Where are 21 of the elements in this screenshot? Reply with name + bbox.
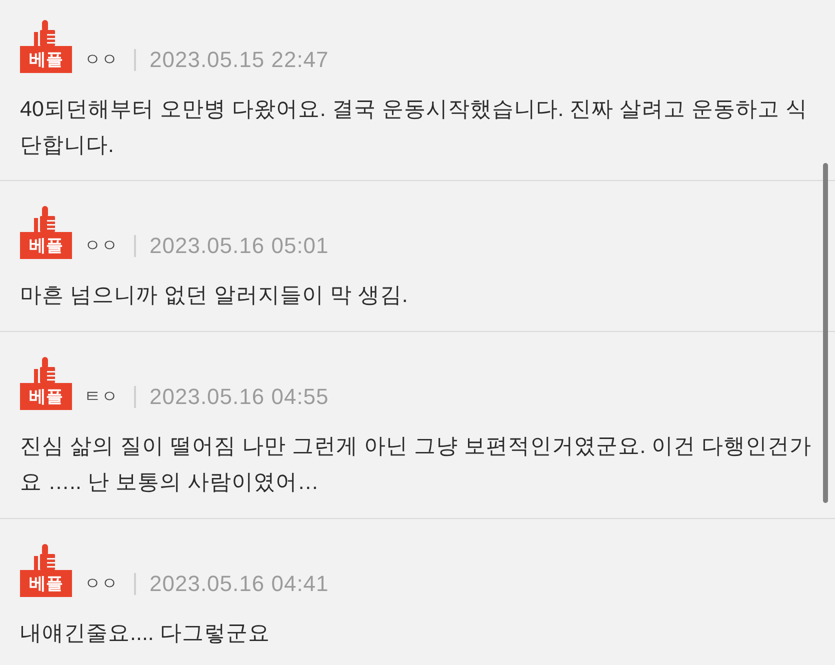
thumbs-up-icon (33, 356, 57, 383)
comment-date: 2023.05.16 04:41 (150, 570, 329, 596)
thumbs-up-icon (33, 205, 57, 232)
author-name: ㅇㅇ (84, 573, 118, 595)
thumbs-up-icon (33, 543, 57, 570)
scrollbar-thumb[interactable] (823, 163, 828, 503)
best-tag: 베플 (20, 232, 72, 259)
best-tag: 베플 (20, 383, 72, 410)
comment-text: 진심 삶의 질이 떨어짐 나만 그런게 아닌 그냥 보편적인거였군요. 이건 다행인건가 요 ….. 난 보통의 사람이였어… (20, 433, 813, 496)
comment-date: 2023.05.15 22:47 (150, 46, 329, 72)
author-name: ㅇㅇ (84, 235, 118, 257)
comment-text: 40되던해부터 오만병 다왔어요. 결국 운동시작했습니다. 진짜 살려고 운동하고 식 단합니다. (20, 96, 809, 159)
comment-text: 내얘긴줄요.... 다그렇군요 (20, 620, 271, 647)
author-name: ㅌㅇ (84, 386, 118, 408)
comment-date: 2023.05.16 04:55 (150, 384, 329, 410)
best-tag: 베플 (20, 570, 72, 597)
comment-text: 마흔 넘으니까 없던 알러지들이 막 생김. (20, 282, 409, 309)
comment-date: 2023.05.16 05:01 (150, 232, 329, 258)
thumbs-up-icon (33, 19, 57, 46)
best-tag: 베플 (20, 46, 72, 73)
author-name: ㅇㅇ (84, 49, 118, 71)
